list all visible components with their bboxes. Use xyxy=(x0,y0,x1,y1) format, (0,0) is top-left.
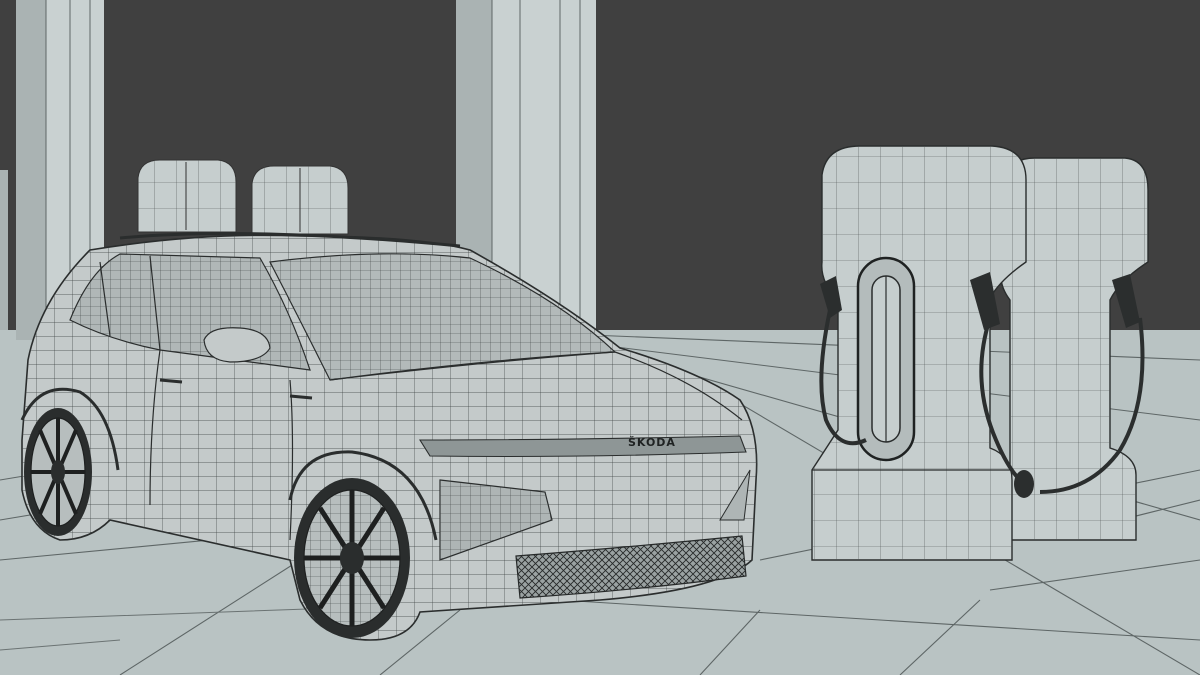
car-logo: ŠKODA xyxy=(628,436,676,449)
background-charger-2 xyxy=(251,165,349,235)
background-charger-1 xyxy=(137,159,237,233)
wireframe-scene: ŠKODA xyxy=(0,0,1200,675)
rear-wheel xyxy=(24,408,92,536)
edge-pillar xyxy=(0,170,8,330)
front-wheel xyxy=(294,478,410,638)
